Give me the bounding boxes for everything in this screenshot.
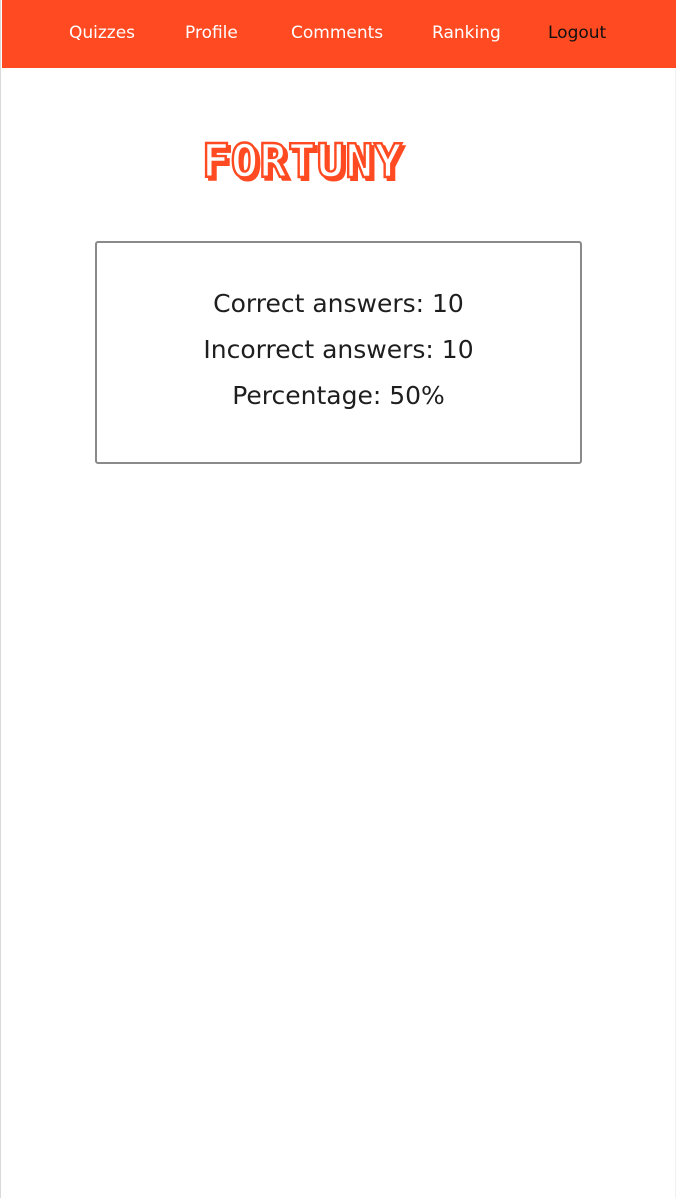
nav-ranking-link[interactable]: Ranking <box>432 21 501 45</box>
incorrect-answers-text: Incorrect answers: 10 <box>203 335 474 364</box>
nav-comments-link[interactable]: Comments <box>291 21 383 45</box>
nav-quizzes-link[interactable]: Quizzes <box>69 21 135 45</box>
quiz-results-card: Correct answers: 10 Incorrect answers: 1… <box>95 241 582 464</box>
fortuny-logo: FORTUNY FORTUNY <box>198 133 483 192</box>
fortuny-logo-face: FORTUNY <box>202 136 403 188</box>
fortuny-logo-mark: FORTUNY FORTUNY <box>201 133 406 192</box>
percentage-text: Percentage: 50% <box>232 381 445 410</box>
nav-logout-link[interactable]: Logout <box>548 21 606 45</box>
nav-profile-link[interactable]: Profile <box>185 21 238 45</box>
correct-answers-text: Correct answers: 10 <box>213 289 464 318</box>
top-navbar: Quizzes Profile Comments Ranking Logout <box>2 0 676 68</box>
